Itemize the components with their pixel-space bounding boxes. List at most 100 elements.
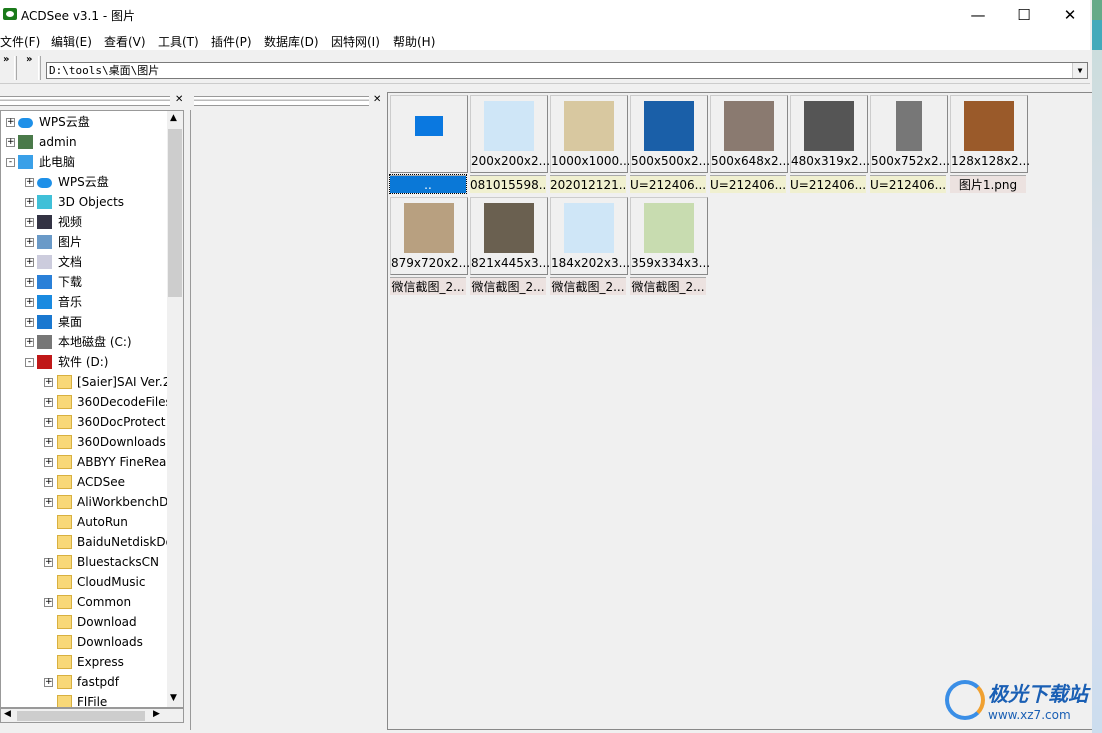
expand-icon[interactable]: + (25, 218, 34, 227)
expand-icon[interactable]: + (44, 498, 53, 507)
thumbnail-filename[interactable]: 微信截图_2... (550, 277, 626, 295)
expand-icon[interactable]: + (44, 598, 53, 607)
preview-panel-close-icon[interactable]: ✕ (373, 94, 381, 105)
tree-item[interactable]: + Common (1, 592, 167, 612)
toolbar-chevron-1[interactable]: » (3, 54, 9, 65)
menu-database[interactable]: 数据库(D) (264, 33, 319, 50)
tree-item[interactable]: + [Saier]SAI Ver.2 (1, 372, 167, 392)
image-thumbnail[interactable]: 1000x1000... 202012121... (550, 95, 629, 193)
thumbnail-filename[interactable]: U=212406... (630, 175, 706, 193)
folder-panel-close-icon[interactable]: ✕ (175, 94, 183, 105)
tree-item[interactable]: + 本地磁盘 (C:) (1, 332, 167, 352)
thumbnail-filename[interactable]: 图片1.png (950, 175, 1026, 193)
expand-icon[interactable]: + (25, 298, 34, 307)
menu-help[interactable]: 帮助(H) (393, 33, 435, 50)
folder-tree[interactable]: + WPS云盘 + admin - 此电脑 + WPS云盘 +3D Objects + 视频 + 图片 +… (0, 110, 167, 708)
expand-icon[interactable]: + (25, 278, 34, 287)
image-thumbnail[interactable]: 500x648x2... U=212406... (710, 95, 789, 193)
tree-item[interactable]: BaiduNetdiskDownload (1, 532, 167, 552)
expand-icon[interactable]: + (44, 418, 53, 427)
expand-icon[interactable]: + (25, 318, 34, 327)
tree-item[interactable]: + ACDSee (1, 472, 167, 492)
image-thumbnail[interactable]: 200x200x2... 081015598... (470, 95, 549, 193)
image-thumbnail[interactable]: 879x720x2... 微信截图_2... (390, 197, 469, 295)
expand-icon[interactable]: + (25, 258, 34, 267)
dropdown-arrow-icon[interactable]: ▼ (1072, 63, 1087, 78)
preview-panel-header[interactable] (194, 96, 369, 106)
expand-icon[interactable]: + (6, 118, 15, 127)
expand-icon[interactable]: + (44, 478, 53, 487)
thumbnail-view[interactable]: .. 200x200x2... 081015598... 1000x1000... 20… (387, 92, 1092, 730)
menu-edit[interactable]: 编辑(E) (51, 33, 92, 50)
address-combobox[interactable]: D:\tools\桌面\图片 ▼ (46, 62, 1088, 79)
tree-vertical-scrollbar[interactable]: ▲ ▼ (167, 110, 184, 708)
close-button[interactable]: ✕ (1047, 0, 1093, 30)
tree-item[interactable]: +360DocProtect (1, 412, 167, 432)
tree-item[interactable]: + ABBYY FineReader (1, 452, 167, 472)
tree-item[interactable]: +360Downloads (1, 432, 167, 452)
tree-item[interactable]: + 下载 (1, 272, 167, 292)
expand-icon[interactable]: + (25, 238, 34, 247)
menu-tools[interactable]: 工具(T) (158, 33, 199, 50)
thumbnail-filename[interactable]: 微信截图_2... (390, 277, 466, 295)
scroll-up-icon[interactable]: ▲ (170, 113, 177, 123)
expand-icon[interactable]: + (44, 378, 53, 387)
expand-icon[interactable]: + (44, 458, 53, 467)
expand-icon[interactable]: + (44, 678, 53, 687)
collapse-icon[interactable]: - (25, 358, 34, 367)
tree-item[interactable]: - 软件 (D:) (1, 352, 167, 372)
tree-item[interactable]: AutoRun (1, 512, 167, 532)
thumbnail-filename[interactable]: 微信截图_2... (470, 277, 546, 295)
tree-item[interactable]: Downloads (1, 632, 167, 652)
scroll-right-icon[interactable]: ▶ (153, 709, 160, 719)
thumbnail-filename[interactable]: 081015598... (470, 175, 546, 193)
expand-icon[interactable]: + (6, 138, 15, 147)
image-thumbnail[interactable]: 184x202x3... 微信截图_2... (550, 197, 629, 295)
scrollbar-thumb[interactable] (17, 711, 145, 721)
tree-item[interactable]: + 图片 (1, 232, 167, 252)
scroll-left-icon[interactable]: ◀ (4, 709, 11, 719)
folder-panel-header[interactable] (0, 96, 170, 106)
image-thumbnail[interactable]: 821x445x3... 微信截图_2... (470, 197, 549, 295)
toolbar-chevron-2[interactable]: » (26, 54, 32, 65)
address-input[interactable]: D:\tools\桌面\图片 (49, 64, 159, 77)
expand-icon[interactable]: + (25, 338, 34, 347)
menu-file[interactable]: 文件(F) (0, 33, 40, 50)
expand-icon[interactable]: + (25, 198, 34, 207)
tree-item[interactable]: Express (1, 652, 167, 672)
image-thumbnail[interactable]: 480x319x2... U=212406... (790, 95, 869, 193)
expand-icon[interactable]: + (44, 398, 53, 407)
tree-item[interactable]: + 视频 (1, 212, 167, 232)
menu-plugins[interactable]: 插件(P) (211, 33, 252, 50)
thumbnail-filename[interactable]: U=212406... (870, 175, 946, 193)
menu-view[interactable]: 查看(V) (104, 33, 146, 50)
tree-item[interactable]: + 文档 (1, 252, 167, 272)
thumbnail-filename[interactable]: U=212406... (710, 175, 786, 193)
image-thumbnail[interactable]: 128x128x2... 图片1.png (950, 95, 1029, 193)
maximize-button[interactable]: ☐ (1001, 0, 1047, 30)
parent-folder-thumbnail[interactable]: .. (389, 95, 468, 194)
tree-item[interactable]: + AliWorkbenchData (1, 492, 167, 512)
image-thumbnail[interactable]: 500x752x2... U=212406... (870, 95, 949, 193)
image-thumbnail[interactable]: 500x500x2... U=212406... (630, 95, 709, 193)
expand-icon[interactable]: + (44, 438, 53, 447)
tree-item[interactable]: + fastpdf (1, 672, 167, 692)
menu-internet[interactable]: 因特网(I) (331, 33, 380, 50)
scrollbar-thumb[interactable] (168, 129, 182, 297)
scroll-down-icon[interactable]: ▼ (170, 693, 177, 703)
tree-item[interactable]: + 桌面 (1, 312, 167, 332)
thumbnail-filename[interactable]: 微信截图_2... (630, 277, 706, 295)
tree-item[interactable]: + admin (1, 132, 167, 152)
expand-icon[interactable]: + (44, 558, 53, 567)
thumbnail-filename[interactable]: .. (389, 174, 467, 194)
tree-item[interactable]: +3D Objects (1, 192, 167, 212)
tree-item[interactable]: + BluestacksCN (1, 552, 167, 572)
tree-item[interactable]: + 音乐 (1, 292, 167, 312)
tree-item[interactable]: Download (1, 612, 167, 632)
tree-item[interactable]: + WPS云盘 (1, 172, 167, 192)
collapse-icon[interactable]: - (6, 158, 15, 167)
tree-item[interactable]: +360DecodeFiles (1, 392, 167, 412)
tree-item[interactable]: + WPS云盘 (1, 112, 167, 132)
tree-item[interactable]: FlFile (1, 692, 167, 707)
thumbnail-filename[interactable]: 202012121... (550, 175, 626, 193)
